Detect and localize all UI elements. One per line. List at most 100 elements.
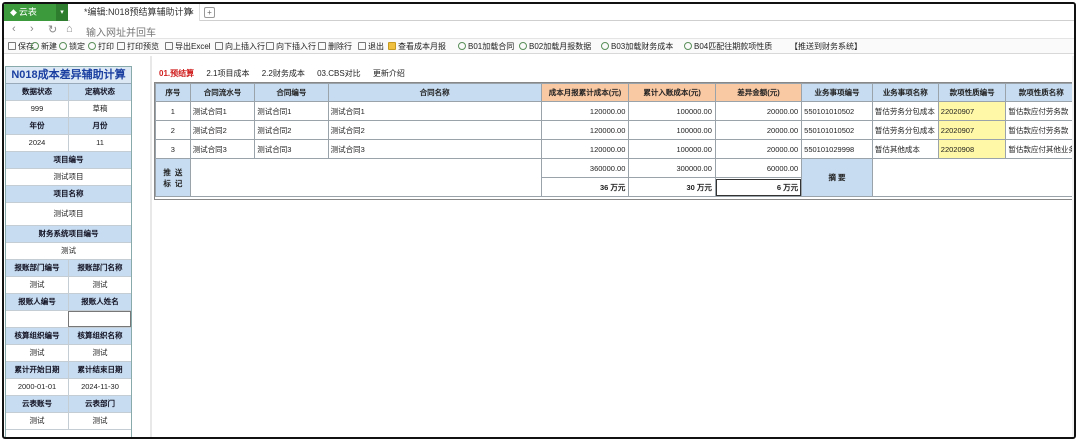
project-no-field[interactable]: 测试项目 <box>6 169 131 185</box>
refresh-icon[interactable]: ↻ <box>48 23 57 36</box>
tab-pre-settlement[interactable]: 01.预结算 <box>159 69 194 78</box>
cell-biz-no[interactable]: 550101029998 <box>801 139 873 159</box>
cell-name[interactable]: 测试合同3 <box>327 139 542 159</box>
col-header: 序号 <box>155 83 191 102</box>
cell-report[interactable]: 120000.00 <box>540 101 630 121</box>
cell-nature-name[interactable]: 暂估款应付其他业务 <box>1005 139 1074 159</box>
start-date-field[interactable]: 2000-01-01 <box>6 379 68 395</box>
push-mark-field[interactable] <box>189 158 542 197</box>
b02-load-report-button[interactable]: B02加载月报数据 <box>519 41 591 52</box>
draft-status-field[interactable]: 草稿 <box>68 101 131 117</box>
fin-project-no-field[interactable]: 测试 <box>6 243 131 259</box>
print-preview-button[interactable]: 打印预览 <box>117 41 159 52</box>
account-field[interactable]: 测试 <box>6 413 68 429</box>
home-icon[interactable]: ⌂ <box>66 23 73 35</box>
save-icon <box>8 42 16 50</box>
tab-cbs-compare[interactable]: 03.CBS对比 <box>317 69 361 78</box>
cell-report[interactable]: 120000.00 <box>540 139 630 159</box>
dept-no-field[interactable]: 测试 <box>6 277 68 293</box>
address-bar: ‹ › ↻ ⌂ 输入网址并回车 <box>4 21 1074 39</box>
draft-status-label: 定稿状态 <box>68 84 131 100</box>
org-no-label: 核算组织编号 <box>6 328 68 344</box>
cell-code[interactable]: 测试合同1 <box>254 101 329 121</box>
cell-diff[interactable]: 20000.00 <box>714 101 803 121</box>
lock-button[interactable]: 锁定 <box>59 41 85 52</box>
cell-code[interactable]: 测试合同2 <box>254 120 329 140</box>
app-logo-icon: ◆ <box>10 7 17 17</box>
tab-update-intro[interactable]: 更新介绍 <box>373 69 405 78</box>
cell-nature-no[interactable]: 22020907 <box>937 101 1007 121</box>
col-header: 成本月报累计成本(元) <box>540 83 630 102</box>
print-button[interactable]: 打印 <box>88 41 114 52</box>
insert-up-button[interactable]: 向上插入行 <box>215 41 265 52</box>
total-diff-wan[interactable]: 6 万元 <box>714 177 803 197</box>
year-field[interactable]: 2024 <box>6 135 68 151</box>
cell-booked[interactable]: 100000.00 <box>628 101 716 121</box>
export-excel-button[interactable]: 导出Excel <box>165 41 211 52</box>
cell-seq[interactable]: 2 <box>155 120 191 140</box>
cell-biz-no[interactable]: 550101010502 <box>801 101 873 121</box>
view-cost-report-button[interactable]: 查看成本月报 <box>388 41 446 52</box>
summary-field[interactable] <box>871 158 1074 197</box>
cell-diff[interactable]: 20000.00 <box>714 120 803 140</box>
print-icon <box>88 42 96 50</box>
cell-report[interactable]: 120000.00 <box>540 120 630 140</box>
cell-name[interactable]: 测试合同1 <box>327 101 542 121</box>
back-icon[interactable]: ‹ <box>12 23 16 35</box>
account-dept-field[interactable]: 测试 <box>68 413 131 429</box>
col-header: 累计入账成本(元) <box>628 83 716 102</box>
chevron-down-icon[interactable]: ▾ <box>56 4 68 21</box>
tab-project-cost[interactable]: 2.1项目成本 <box>206 69 249 78</box>
org-no-field[interactable]: 测试 <box>6 345 68 361</box>
data-status-field[interactable]: 999 <box>6 101 68 117</box>
b03-load-finance-button[interactable]: B03加载财务成本 <box>601 41 673 52</box>
b01-load-contract-button[interactable]: B01加载合同 <box>458 41 514 52</box>
cell-booked[interactable]: 100000.00 <box>628 139 716 159</box>
cell-seq[interactable]: 1 <box>155 101 191 121</box>
main-area: N018成本差异辅助计算 数据状态 定稿状态 999 草稿 年份 月份 2024 11 … <box>4 56 1074 437</box>
doc-tab[interactable]: *编辑:N018预结算辅助计算 × <box>70 4 200 21</box>
insert-down-button[interactable]: 向下插入行 <box>266 41 316 52</box>
col-header: 业务事项编号 <box>801 83 873 102</box>
cell-seq[interactable]: 3 <box>155 139 191 159</box>
b04-match-nature-button[interactable]: B04匹配往期款项性质 <box>684 41 772 52</box>
cell-nature-name[interactable]: 暂估款应付劳务款 <box>1005 101 1074 121</box>
person-name-field[interactable] <box>67 311 131 327</box>
address-input[interactable]: 输入网址并回车 <box>86 24 156 39</box>
cell-nature-name[interactable]: 暂估款应付劳务款 <box>1005 120 1074 140</box>
cell-biz-name[interactable]: 暂估劳务分包成本 <box>871 101 939 121</box>
new-button[interactable]: 新建 <box>31 41 57 52</box>
new-tab-icon[interactable]: + <box>204 7 215 18</box>
project-name-field[interactable]: 测试项目 <box>6 203 131 225</box>
cell-nature-no[interactable]: 22020908 <box>937 139 1007 159</box>
end-date-field[interactable]: 2024-11-30 <box>68 379 131 395</box>
push-finance-button[interactable]: 【推送到财务系统】 <box>790 41 862 52</box>
org-name-field[interactable]: 测试 <box>68 345 131 361</box>
cell-code[interactable]: 测试合同3 <box>254 139 329 159</box>
form-header-row: 年份 月份 <box>6 118 131 135</box>
forward-icon[interactable]: › <box>30 23 34 35</box>
cell-name[interactable]: 测试合同2 <box>327 120 542 140</box>
vertical-scrollbar[interactable] <box>1072 56 1074 437</box>
cell-biz-no[interactable]: 550101010502 <box>801 120 873 140</box>
exit-button[interactable]: 退出 <box>358 41 384 52</box>
person-no-field[interactable] <box>6 311 68 327</box>
total-report: 360000.00 <box>540 158 630 178</box>
cell-biz-name[interactable]: 暂估劳务分包成本 <box>871 120 939 140</box>
col-header: 合同名称 <box>327 83 542 102</box>
cell-biz-name[interactable]: 暂估其他成本 <box>871 139 939 159</box>
cell-nature-no[interactable]: 22020907 <box>937 120 1007 140</box>
app-menu-tab[interactable]: ◆ 云表 ▾ <box>4 4 68 21</box>
cell-flow[interactable]: 测试合同2 <box>189 120 256 140</box>
tab-finance-cost[interactable]: 2.2财务成本 <box>262 69 305 78</box>
close-tab-icon[interactable]: × <box>189 4 194 21</box>
cell-diff[interactable]: 20000.00 <box>714 139 803 159</box>
panel-splitter[interactable] <box>150 56 152 437</box>
cell-booked[interactable]: 100000.00 <box>628 120 716 140</box>
cell-flow[interactable]: 测试合同3 <box>189 139 256 159</box>
cell-flow[interactable]: 测试合同1 <box>189 101 256 121</box>
form-header-row: 项目名称 <box>6 186 131 203</box>
month-field[interactable]: 11 <box>68 135 131 151</box>
dept-name-field[interactable]: 测试 <box>68 277 131 293</box>
delete-row-button[interactable]: 删除行 <box>318 41 352 52</box>
